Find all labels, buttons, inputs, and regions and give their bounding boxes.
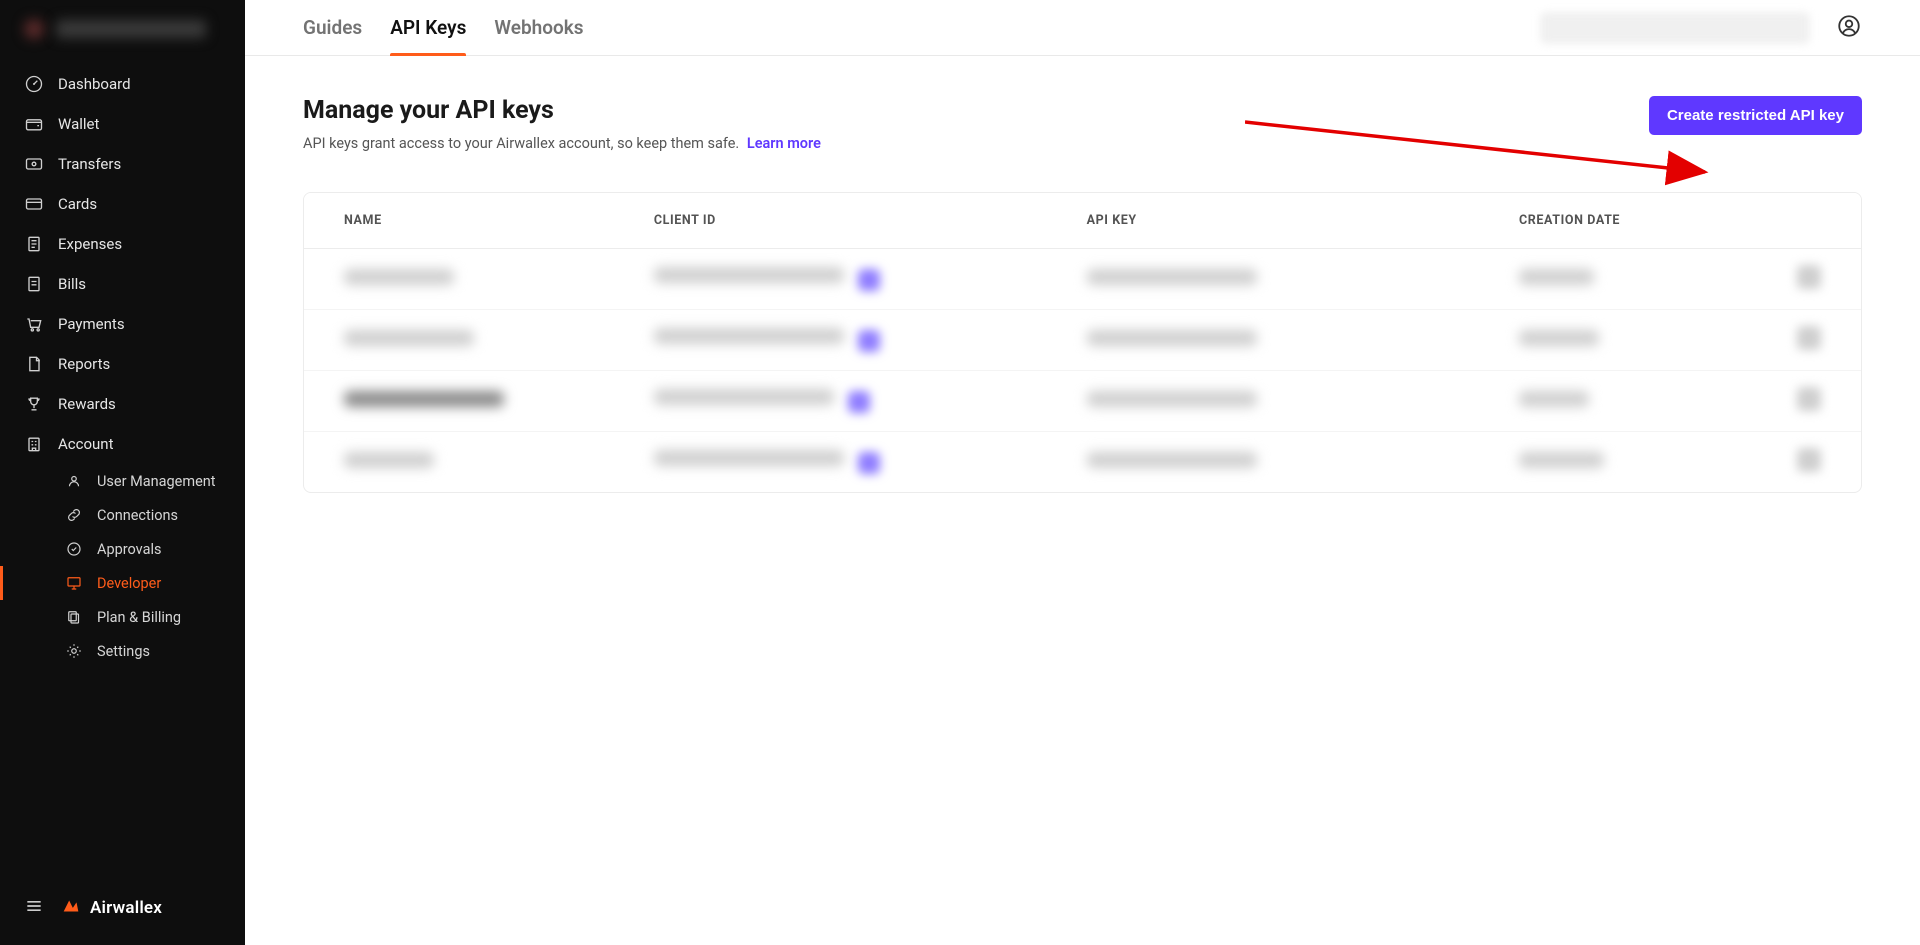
check-circle-icon xyxy=(65,540,83,558)
content: Manage your API keys API keys grant acce… xyxy=(245,56,1920,533)
sidebar-item-label: Approvals xyxy=(97,541,162,558)
user-icon xyxy=(65,472,83,490)
gauge-icon xyxy=(24,74,44,94)
row-action-icon[interactable] xyxy=(1797,265,1821,289)
document-icon xyxy=(24,354,44,374)
trophy-icon xyxy=(24,394,44,414)
create-restricted-api-key-button[interactable]: Create restricted API key xyxy=(1649,96,1862,135)
file-icon xyxy=(24,274,44,294)
sidebar-subitem-plan-billing[interactable]: Plan & Billing xyxy=(0,600,245,634)
sidebar-item-label: Transfers xyxy=(58,155,121,173)
row-action-icon[interactable] xyxy=(1797,448,1821,472)
column-creation-date: CREATION DATE xyxy=(1479,193,1757,249)
building-icon xyxy=(24,434,44,454)
tab-label: Guides xyxy=(303,16,362,39)
brand-label: Airwallex xyxy=(90,898,162,918)
sidebar: Dashboard Wallet Transfers Cards Expense… xyxy=(0,0,245,945)
sidebar-item-wallet[interactable]: Wallet xyxy=(0,104,245,144)
nav-main: Dashboard Wallet Transfers Cards Expense… xyxy=(0,58,245,464)
table-row[interactable] xyxy=(304,371,1861,432)
monitor-icon xyxy=(65,574,83,592)
cart-icon xyxy=(24,314,44,334)
tab-guides[interactable]: Guides xyxy=(303,0,362,55)
sidebar-subitem-connections[interactable]: Connections xyxy=(0,498,245,532)
page-subtitle: API keys grant access to your Airwallex … xyxy=(303,135,821,152)
column-api-key: API KEY xyxy=(1047,193,1479,249)
sidebar-subitem-user-management[interactable]: User Management xyxy=(0,464,245,498)
sidebar-item-rewards[interactable]: Rewards xyxy=(0,384,245,424)
sidebar-item-label: Wallet xyxy=(58,115,99,133)
sidebar-item-reports[interactable]: Reports xyxy=(0,344,245,384)
profile-icon[interactable] xyxy=(1836,13,1862,43)
org-selector[interactable] xyxy=(0,0,245,58)
tab-webhooks[interactable]: Webhooks xyxy=(494,0,583,55)
sidebar-item-bills[interactable]: Bills xyxy=(0,264,245,304)
subtitle-text: API keys grant access to your Airwallex … xyxy=(303,135,739,152)
gear-icon xyxy=(65,642,83,660)
sidebar-item-label: Expenses xyxy=(58,235,122,253)
receipt-icon xyxy=(24,234,44,254)
sidebar-subitem-approvals[interactable]: Approvals xyxy=(0,532,245,566)
copy-icon xyxy=(65,608,83,626)
tabs: Guides API Keys Webhooks xyxy=(303,0,584,55)
sidebar-item-account[interactable]: Account xyxy=(0,424,245,464)
sidebar-item-label: Plan & Billing xyxy=(97,609,181,626)
sidebar-item-transfers[interactable]: Transfers xyxy=(0,144,245,184)
account-chip[interactable] xyxy=(1540,12,1810,44)
transfer-icon xyxy=(24,154,44,174)
row-action-icon[interactable] xyxy=(1797,326,1821,350)
link-icon xyxy=(65,506,83,524)
row-action-icon[interactable] xyxy=(1797,387,1821,411)
airwallex-logo-icon xyxy=(60,895,82,921)
column-name: NAME xyxy=(304,193,614,249)
table-row[interactable] xyxy=(304,432,1861,493)
sidebar-item-label: Developer xyxy=(97,575,161,592)
sidebar-item-label: Settings xyxy=(97,643,150,660)
sidebar-subitem-settings[interactable]: Settings xyxy=(0,634,245,668)
sidebar-item-label: Connections xyxy=(97,507,178,524)
page-header: Manage your API keys API keys grant acce… xyxy=(303,96,1862,152)
wallet-icon xyxy=(24,114,44,134)
api-keys-table: NAME CLIENT ID API KEY CREATION DATE xyxy=(303,192,1862,493)
sidebar-item-label: Bills xyxy=(58,275,86,293)
tab-api-keys[interactable]: API Keys xyxy=(390,0,466,55)
nav-account-sub: User Management Connections Approvals De… xyxy=(0,464,245,668)
table-row[interactable] xyxy=(304,310,1861,371)
sidebar-item-cards[interactable]: Cards xyxy=(0,184,245,224)
sidebar-item-label: Dashboard xyxy=(58,75,131,93)
card-icon xyxy=(24,194,44,214)
tab-label: API Keys xyxy=(390,16,466,39)
brand[interactable]: Airwallex xyxy=(60,895,162,921)
main: Guides API Keys Webhooks Manage your API… xyxy=(245,0,1920,945)
sidebar-item-payments[interactable]: Payments xyxy=(0,304,245,344)
sidebar-item-label: Reports xyxy=(58,355,110,373)
topbar: Guides API Keys Webhooks xyxy=(245,0,1920,56)
tab-label: Webhooks xyxy=(494,16,583,39)
learn-more-link[interactable]: Learn more xyxy=(747,135,821,152)
table-row[interactable] xyxy=(304,249,1861,310)
sidebar-item-label: Account xyxy=(58,435,114,453)
sidebar-item-dashboard[interactable]: Dashboard xyxy=(0,64,245,104)
sidebar-item-label: Payments xyxy=(58,315,125,333)
sidebar-item-label: User Management xyxy=(97,473,216,490)
column-client-id: CLIENT ID xyxy=(614,193,1047,249)
sidebar-footer: Airwallex xyxy=(0,877,245,945)
sidebar-item-expenses[interactable]: Expenses xyxy=(0,224,245,264)
sidebar-item-label: Cards xyxy=(58,195,97,213)
sidebar-item-label: Rewards xyxy=(58,395,116,413)
page-title: Manage your API keys xyxy=(303,96,821,125)
sidebar-subitem-developer[interactable]: Developer xyxy=(0,566,245,600)
menu-toggle[interactable] xyxy=(24,896,44,920)
